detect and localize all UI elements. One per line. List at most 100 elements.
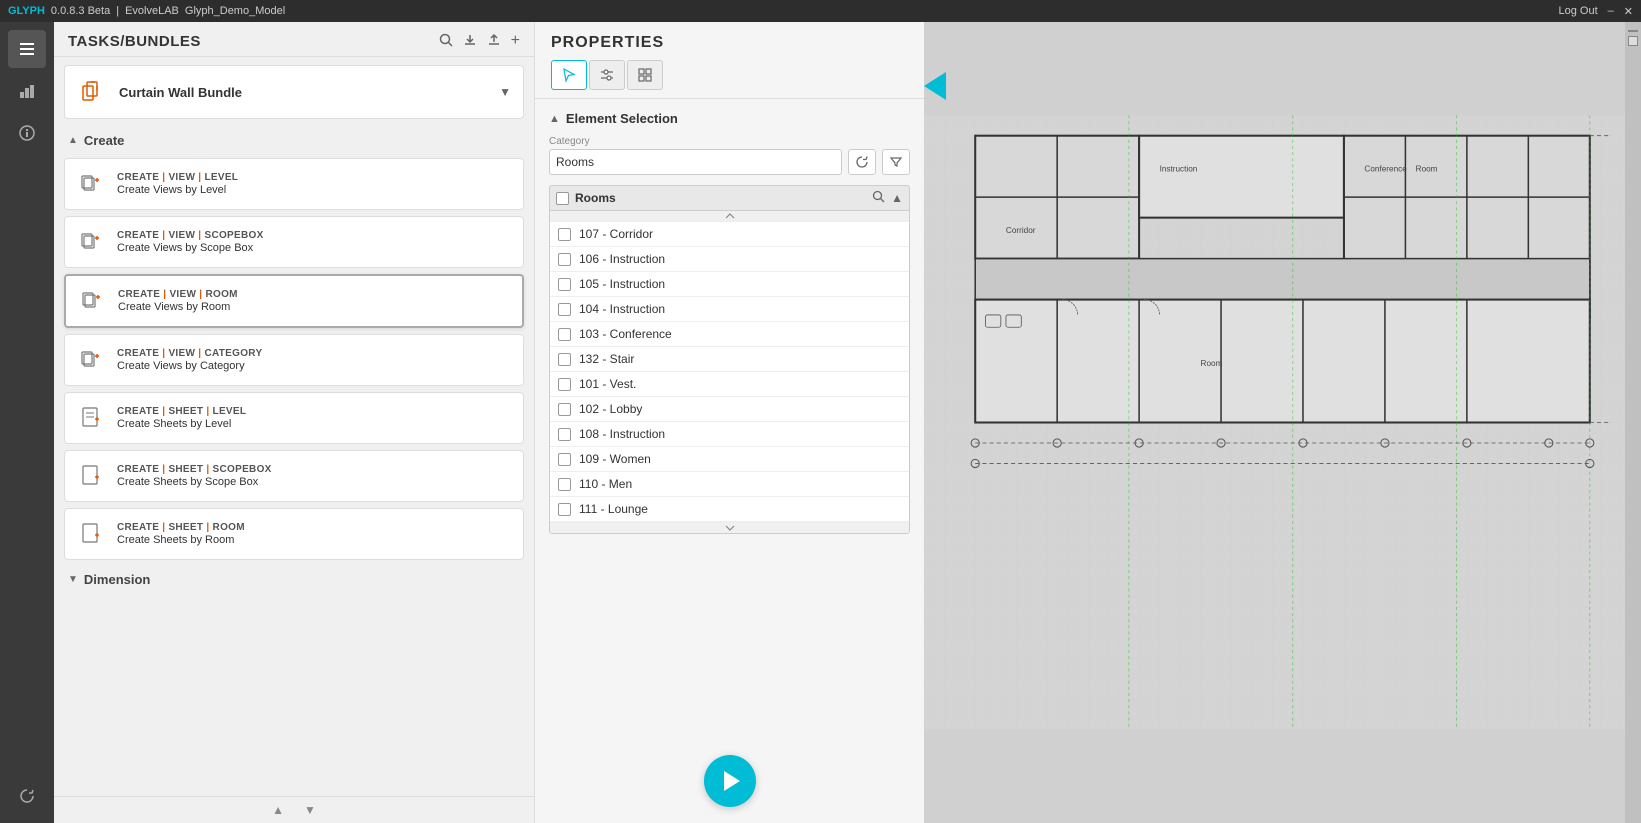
rooms-select-all-checkbox[interactable]	[556, 192, 569, 205]
task-subtitle-view-category: Create Views by Category	[117, 360, 262, 372]
rooms-list-title: Rooms	[556, 191, 616, 205]
svg-text:Room: Room	[1416, 165, 1438, 174]
room-checkbox-108[interactable]	[558, 428, 571, 441]
list-scroll-down[interactable]	[550, 522, 909, 533]
room-item-107[interactable]: 107 - Corridor	[550, 222, 909, 247]
room-checkbox-106[interactable]	[558, 253, 571, 266]
task-create-sheet-level[interactable]: CREATE | SHEET | LEVEL Create Sheets by …	[64, 392, 524, 444]
room-name-107: 107 - Corridor	[579, 227, 653, 241]
main-layout: TASKS/BUNDLES +	[0, 22, 1641, 823]
category-select[interactable]: Rooms Levels Scope Boxes Categories	[549, 149, 842, 175]
room-checkbox-101[interactable]	[558, 378, 571, 391]
room-item-105[interactable]: 105 - Instruction	[550, 272, 909, 297]
info-icon	[18, 124, 36, 142]
svg-text:Room: Room	[1201, 359, 1223, 368]
task-title-sheet-scopebox: CREATE | SHEET | SCOPEBOX	[117, 464, 272, 475]
right-edge-controls	[1625, 22, 1641, 823]
room-name-104: 104 - Instruction	[579, 302, 665, 316]
minimize-button[interactable]: –	[1608, 5, 1614, 17]
run-icon	[724, 771, 740, 791]
dimension-section-header[interactable]: ▼ Dimension	[64, 566, 524, 593]
task-create-view-room[interactable]: CREATE | VIEW | ROOM Create Views by Roo…	[64, 274, 524, 328]
scroll-up-arrow[interactable]: ▲	[272, 803, 284, 817]
create-section-header[interactable]: ▲ Create	[64, 127, 524, 154]
task-icon-view-level	[77, 169, 107, 199]
room-item-106[interactable]: 106 - Instruction	[550, 247, 909, 272]
close-button[interactable]: ✕	[1624, 5, 1633, 18]
floor-plan-svg: Corridor Instruction Conference Room Roo…	[924, 22, 1641, 823]
task-text-sheet-room: CREATE | SHEET | ROOM Create Sheets by R…	[117, 522, 245, 546]
room-checkbox-104[interactable]	[558, 303, 571, 316]
refresh-icon	[18, 787, 36, 805]
properties-panel: PROPERTIES ▲ Element Selection Catego	[534, 22, 924, 823]
room-item-104[interactable]: 104 - Instruction	[550, 297, 909, 322]
room-checkbox-109[interactable]	[558, 453, 571, 466]
room-name-101: 101 - Vest.	[579, 377, 636, 391]
room-item-111[interactable]: 111 - Lounge	[550, 497, 909, 522]
refresh-button[interactable]	[848, 149, 876, 175]
task-text-sheet-scopebox: CREATE | SHEET | SCOPEBOX Create Sheets …	[117, 464, 272, 488]
room-checkbox-102[interactable]	[558, 403, 571, 416]
task-icon-sheet-scopebox	[77, 461, 107, 491]
room-checkbox-107[interactable]	[558, 228, 571, 241]
task-icon-view-scopebox	[77, 227, 107, 257]
room-checkbox-111[interactable]	[558, 503, 571, 516]
scroll-down-arrow[interactable]: ▼	[304, 803, 316, 817]
download-icon[interactable]	[463, 33, 477, 50]
list-scroll-up[interactable]	[550, 211, 909, 222]
room-checkbox-103[interactable]	[558, 328, 571, 341]
room-name-103: 103 - Conference	[579, 327, 672, 341]
properties-header: PROPERTIES	[535, 22, 924, 99]
tasks-icon	[18, 40, 36, 58]
rooms-list-header: Rooms ▲	[549, 185, 910, 210]
tab-cursor[interactable]	[551, 60, 587, 90]
sidebar-item-refresh[interactable]	[8, 777, 46, 815]
tab-sliders[interactable]	[589, 60, 625, 90]
app-logo: GLYPH	[8, 5, 45, 17]
blueprint-area: Corridor Instruction Conference Room Roo…	[924, 22, 1641, 823]
sidebar-item-tasks[interactable]	[8, 30, 46, 68]
tasks-body: Curtain Wall Bundle ▼ ▲ Create	[54, 57, 534, 796]
room-item-101[interactable]: 101 - Vest.	[550, 372, 909, 397]
task-create-view-category[interactable]: CREATE | VIEW | CATEGORY Create Views by…	[64, 334, 524, 386]
rooms-search-icon[interactable]	[872, 190, 885, 206]
title-bar-left: GLYPH 0.0.8.3 Beta | EvolveLAB Glyph_Dem…	[8, 5, 285, 17]
filter-button[interactable]	[882, 149, 910, 175]
sidebar-item-chart[interactable]	[8, 72, 46, 110]
task-create-sheet-room[interactable]: CREATE | SHEET | ROOM Create Sheets by R…	[64, 508, 524, 560]
task-subtitle-sheet-room: Create Sheets by Room	[117, 534, 245, 546]
svg-text:Instruction: Instruction	[1160, 165, 1198, 174]
room-checkbox-110[interactable]	[558, 478, 571, 491]
tab-grid[interactable]	[627, 60, 663, 90]
add-button[interactable]: +	[511, 32, 520, 50]
rooms-list-container: Rooms ▲ 107	[549, 185, 910, 534]
upload-icon[interactable]	[487, 33, 501, 50]
logout-button[interactable]: Log Out	[1559, 5, 1598, 17]
right-edge-line	[1628, 30, 1638, 32]
element-selection-expand[interactable]: ▲	[549, 113, 560, 125]
task-text-sheet-level: CREATE | SHEET | LEVEL Create Sheets by …	[117, 406, 246, 430]
rooms-collapse-icon[interactable]: ▲	[891, 191, 903, 205]
room-item-109[interactable]: 109 - Women	[550, 447, 909, 472]
sidebar-bottom	[8, 777, 46, 815]
task-create-view-level[interactable]: CREATE | VIEW | LEVEL Create Views by Le…	[64, 158, 524, 210]
separator: |	[116, 5, 119, 17]
task-create-sheet-scopebox[interactable]: CREATE | SHEET | SCOPEBOX Create Sheets …	[64, 450, 524, 502]
room-item-102[interactable]: 102 - Lobby	[550, 397, 909, 422]
right-edge-box[interactable]	[1628, 36, 1638, 46]
task-title-sheet-level: CREATE | SHEET | LEVEL	[117, 406, 246, 417]
bundle-item[interactable]: Curtain Wall Bundle ▼	[64, 65, 524, 119]
search-icon[interactable]	[439, 33, 453, 50]
room-name-105: 105 - Instruction	[579, 277, 665, 291]
run-button[interactable]	[704, 755, 756, 807]
room-item-132[interactable]: 132 - Stair	[550, 347, 909, 372]
sidebar-item-info[interactable]	[8, 114, 46, 152]
room-item-110[interactable]: 110 - Men	[550, 472, 909, 497]
room-checkbox-105[interactable]	[558, 278, 571, 291]
task-create-view-scopebox[interactable]: CREATE | VIEW | SCOPEBOX Create Views by…	[64, 216, 524, 268]
room-checkbox-132[interactable]	[558, 353, 571, 366]
room-item-103[interactable]: 103 - Conference	[550, 322, 909, 347]
room-item-108[interactable]: 108 - Instruction	[550, 422, 909, 447]
app-version: 0.0.8.3 Beta	[51, 5, 110, 17]
category-label: Category	[549, 136, 910, 147]
